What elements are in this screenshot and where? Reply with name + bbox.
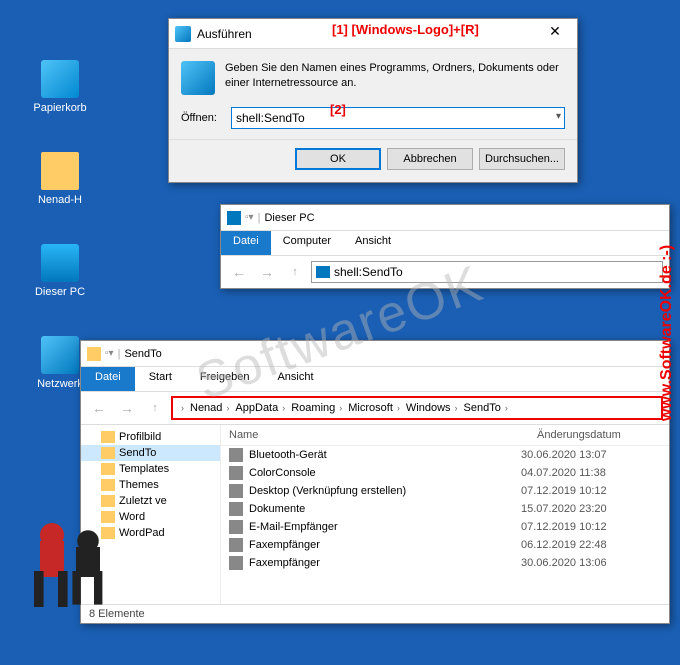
file-row[interactable]: Faxempfänger06.12.2019 22:48	[221, 536, 669, 554]
nav-up[interactable]: ↑	[283, 260, 307, 284]
nav-forward[interactable]: →	[255, 260, 279, 284]
tab-computer[interactable]: Computer	[271, 231, 343, 255]
nav-back[interactable]: ←	[87, 396, 111, 420]
breadcrumb[interactable]: Windows›	[406, 402, 462, 414]
tab-share[interactable]: Freigeben	[186, 367, 264, 391]
folder-icon	[101, 479, 115, 491]
file-icon	[229, 466, 243, 480]
tab-view[interactable]: Ansicht	[343, 231, 403, 255]
address-text: shell:SendTo	[334, 265, 403, 279]
run-icon	[175, 26, 191, 42]
pc-icon	[41, 244, 79, 282]
watermark-figure	[10, 505, 130, 625]
tab-view[interactable]: Ansicht	[263, 367, 327, 391]
pc-icon	[227, 211, 241, 225]
run-dialog: Ausführen ✕ Geben Sie den Namen eines Pr…	[168, 18, 578, 183]
tree-node[interactable]: SendTo	[81, 445, 220, 461]
tab-file[interactable]: Datei	[81, 367, 135, 391]
run-description: Geben Sie den Namen eines Programms, Ord…	[225, 61, 565, 95]
folder-icon	[101, 463, 115, 475]
file-row[interactable]: ColorConsole04.07.2020 11:38	[221, 464, 669, 482]
tree-node[interactable]: Profilbild	[81, 429, 220, 445]
nav-forward[interactable]: →	[115, 396, 139, 420]
address-bar[interactable]: shell:SendTo	[311, 261, 663, 283]
network-icon	[41, 336, 79, 374]
file-row[interactable]: Dokumente15.07.2020 23:20	[221, 500, 669, 518]
pc-icon	[316, 266, 330, 278]
file-icon	[229, 556, 243, 570]
window-title: SendTo	[124, 348, 161, 360]
breadcrumb[interactable]: Roaming›	[291, 402, 346, 414]
nav-back[interactable]: ←	[227, 260, 251, 284]
folder-icon	[87, 347, 101, 361]
address-bar[interactable]: ›Nenad›AppData›Roaming›Microsoft›Windows…	[171, 396, 663, 420]
breadcrumb[interactable]: Nenad›	[190, 402, 233, 414]
titlebar[interactable]: ▫ ▾ | SendTo	[81, 341, 669, 367]
open-label: Öffnen:	[181, 112, 231, 124]
file-icon	[229, 502, 243, 516]
file-icon	[229, 484, 243, 498]
chevron-down-icon[interactable]: ▾	[556, 111, 561, 122]
watermark-side: www.SoftwareOK.de :-)	[658, 244, 676, 420]
tab-file[interactable]: Datei	[221, 231, 271, 255]
file-icon	[229, 520, 243, 534]
file-row[interactable]: Desktop (Verknüpfung erstellen)07.12.201…	[221, 482, 669, 500]
file-list: Name Änderungsdatum Bluetooth-Gerät30.06…	[221, 425, 669, 604]
file-row[interactable]: Bluetooth-Gerät30.06.2020 13:07	[221, 446, 669, 464]
cancel-button[interactable]: Abbrechen	[387, 148, 473, 170]
tree-node[interactable]: Templates	[81, 461, 220, 477]
tab-start[interactable]: Start	[135, 367, 186, 391]
tree-node[interactable]: Themes	[81, 477, 220, 493]
titlebar[interactable]: ▫ ▾ | Dieser PC	[221, 205, 669, 231]
breadcrumb[interactable]: AppData›	[235, 402, 289, 414]
status-bar: 8 Elemente	[81, 604, 669, 623]
folder-icon	[101, 431, 115, 443]
desktop-icon-recycle[interactable]: Papierkorb	[30, 60, 90, 114]
file-row[interactable]: E-Mail-Empfänger07.12.2019 10:12	[221, 518, 669, 536]
close-button[interactable]: ✕	[539, 23, 571, 45]
annotation-1: [1] [Windows-Logo]+[R]	[332, 22, 479, 37]
window-title: Dieser PC	[264, 212, 314, 224]
label: Papierkorb	[30, 102, 90, 114]
explorer-sendto-window: ▫ ▾ | SendTo Datei Start Freigeben Ansic…	[80, 340, 670, 624]
label: Nenad-H	[30, 194, 90, 206]
file-row[interactable]: Faxempfänger30.06.2020 13:06	[221, 554, 669, 572]
ok-button[interactable]: OK	[295, 148, 381, 170]
folder-icon	[101, 447, 115, 459]
recycle-icon	[41, 60, 79, 98]
run-icon	[181, 61, 215, 95]
column-name[interactable]: Name	[221, 425, 529, 445]
breadcrumb[interactable]: SendTo›	[464, 402, 512, 414]
browse-button[interactable]: Durchsuchen...	[479, 148, 565, 170]
file-icon	[229, 538, 243, 552]
label: Dieser PC	[30, 286, 90, 298]
breadcrumb[interactable]: Microsoft›	[348, 402, 404, 414]
open-input[interactable]	[231, 107, 565, 129]
nav-up[interactable]: ↑	[143, 396, 167, 420]
user-folder-icon	[41, 152, 79, 190]
desktop-icon-user[interactable]: Nenad-H	[30, 152, 90, 206]
desktop-icon-pc[interactable]: Dieser PC	[30, 244, 90, 298]
annotation-2: [2]	[330, 102, 346, 117]
column-date[interactable]: Änderungsdatum	[529, 425, 669, 445]
explorer-address-window: ▫ ▾ | Dieser PC Datei Computer Ansicht ←…	[220, 204, 670, 289]
file-icon	[229, 448, 243, 462]
